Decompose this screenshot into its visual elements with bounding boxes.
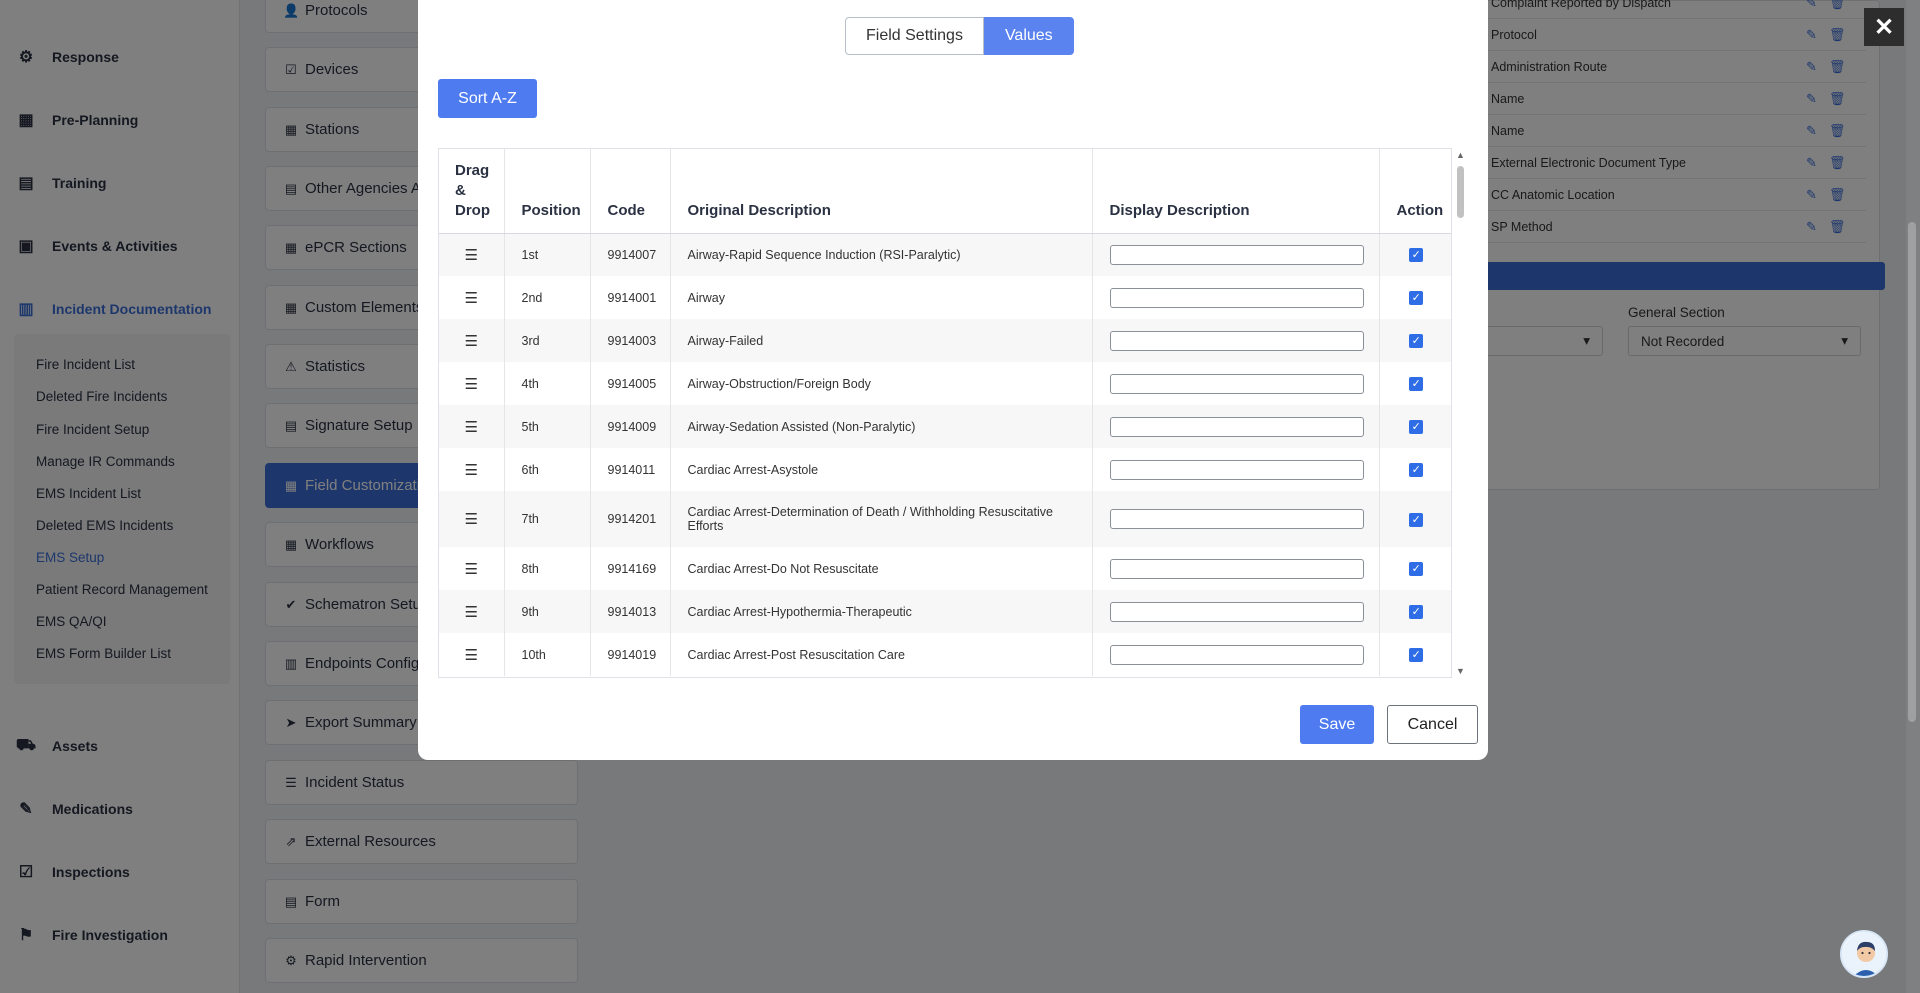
display-description-input[interactable]: [1109, 558, 1364, 579]
column-header-code: Code: [590, 149, 671, 234]
page-scrollbar-thumb[interactable]: [1908, 222, 1916, 722]
assistant-avatar[interactable]: [1840, 930, 1888, 978]
tab-field-settings[interactable]: Field Settings: [845, 17, 984, 55]
drag-handle-icon[interactable]: ☰: [465, 289, 478, 307]
position-cell: 2nd: [504, 276, 591, 319]
active-checkbox[interactable]: ✓: [1409, 562, 1424, 576]
drag-handle-icon[interactable]: ☰: [465, 418, 478, 436]
scroll-down-arrow-icon[interactable]: ▼: [1456, 666, 1465, 676]
display-description-input[interactable]: [1109, 330, 1364, 351]
position-cell: 1st: [504, 233, 591, 276]
display-description-input[interactable]: [1109, 601, 1364, 622]
code-cell: 9914003: [590, 319, 671, 362]
code-cell: 9914169: [590, 547, 671, 590]
display-description-input[interactable]: [1109, 287, 1364, 308]
tab-values[interactable]: Values: [983, 17, 1074, 55]
original-description-cell: Airway-Failed: [670, 319, 1093, 362]
position-cell: 4th: [504, 362, 591, 405]
table-row: ☰ 7th 9914201 Cardiac Arrest-Determinati…: [439, 491, 1451, 547]
table-row: ☰ 4th 9914005 Airway-Obstruction/Foreign…: [439, 362, 1451, 405]
drag-handle-icon[interactable]: ☰: [465, 560, 478, 578]
drag-handle-icon[interactable]: ☰: [465, 646, 478, 664]
position-cell: 8th: [504, 547, 591, 590]
original-description-cell: Airway-Rapid Sequence Induction (RSI-Par…: [670, 233, 1093, 276]
active-checkbox[interactable]: ✓: [1409, 248, 1424, 263]
active-checkbox[interactable]: ✓: [1409, 334, 1424, 348]
active-checkbox[interactable]: ✓: [1409, 605, 1424, 619]
column-header-position: Position: [504, 149, 591, 234]
scroll-up-arrow-icon[interactable]: ▲: [1456, 150, 1465, 160]
display-description-input[interactable]: [1109, 244, 1364, 265]
position-cell: 7th: [504, 491, 591, 547]
original-description-cell: Airway-Obstruction/Foreign Body: [670, 362, 1093, 405]
original-description-cell: Cardiac Arrest-Determination of Death / …: [670, 491, 1093, 547]
position-cell: 9th: [504, 590, 591, 633]
original-description-cell: Cardiac Arrest-Hypothermia-Therapeutic: [670, 590, 1093, 633]
position-cell: 10th: [504, 633, 591, 676]
column-header-action: Action: [1379, 149, 1451, 234]
code-cell: 9914019: [590, 633, 671, 676]
table-row: ☰ 3rd 9914003 Airway-Failed ✓: [439, 319, 1451, 362]
code-cell: 9914009: [590, 405, 671, 448]
table-row: ☰ 9th 9914013 Cardiac Arrest-Hypothermia…: [439, 590, 1451, 633]
display-description-input[interactable]: [1109, 509, 1364, 529]
display-description-input[interactable]: [1109, 416, 1364, 437]
table-scrollbar-thumb[interactable]: [1457, 166, 1464, 218]
table-row: ☰ 1st 9914007 Airway-Rapid Sequence Indu…: [439, 233, 1451, 276]
column-header-display-description: Display Description: [1092, 149, 1380, 234]
table-row: ☰ 8th 9914169 Cardiac Arrest-Do Not Resu…: [439, 547, 1451, 590]
cancel-button[interactable]: Cancel: [1387, 705, 1478, 744]
values-table: Drag & Drop Position Code Original Descr…: [439, 149, 1451, 676]
code-cell: 9914201: [590, 491, 671, 547]
active-checkbox[interactable]: ✓: [1409, 291, 1424, 305]
code-cell: 9914011: [590, 448, 671, 491]
values-modal: Field Settings Values Sort A-Z Drag & Dr…: [418, 0, 1488, 760]
drag-handle-icon[interactable]: ☰: [465, 461, 478, 479]
table-row: ☰ 6th 9914011 Cardiac Arrest-Asystole ✓: [439, 448, 1451, 491]
display-description-input[interactable]: [1109, 373, 1364, 394]
table-row: ☰ 2nd 9914001 Airway ✓: [439, 276, 1451, 319]
column-header-original-description: Original Description: [670, 149, 1093, 234]
drag-handle-icon[interactable]: ☰: [465, 246, 478, 264]
active-checkbox[interactable]: ✓: [1409, 420, 1424, 434]
drag-handle-icon[interactable]: ☰: [465, 510, 478, 528]
original-description-cell: Cardiac Arrest-Do Not Resuscitate: [670, 547, 1093, 590]
table-scrollbar[interactable]: ▲ ▼: [1454, 148, 1468, 678]
table-row: ☰ 5th 9914009 Airway-Sedation Assisted (…: [439, 405, 1451, 448]
original-description-cell: Airway-Sedation Assisted (Non-Paralytic): [670, 405, 1093, 448]
drag-handle-icon[interactable]: ☰: [465, 603, 478, 621]
code-cell: 9914001: [590, 276, 671, 319]
original-description-cell: Airway: [670, 276, 1093, 319]
modal-tabs: Field Settings Values: [845, 17, 1074, 55]
save-button[interactable]: Save: [1300, 705, 1374, 744]
table-row: ☰ 10th 9914019 Cardiac Arrest-Post Resus…: [439, 633, 1451, 676]
position-cell: 5th: [504, 405, 591, 448]
active-checkbox[interactable]: ✓: [1409, 512, 1424, 527]
original-description-cell: Cardiac Arrest-Post Resuscitation Care: [670, 633, 1093, 676]
column-header-drag-drop: Drag & Drop: [439, 149, 505, 234]
display-description-input[interactable]: [1109, 644, 1364, 665]
active-checkbox[interactable]: ✓: [1409, 377, 1424, 391]
drag-handle-icon[interactable]: ☰: [465, 332, 478, 350]
drag-handle-icon[interactable]: ☰: [465, 375, 478, 393]
position-cell: 6th: [504, 448, 591, 491]
active-checkbox[interactable]: ✓: [1409, 648, 1424, 662]
position-cell: 3rd: [504, 319, 591, 362]
close-icon[interactable]: ✕: [1864, 8, 1904, 46]
display-description-input[interactable]: [1109, 459, 1364, 480]
code-cell: 9914013: [590, 590, 671, 633]
sort-a-z-button[interactable]: Sort A-Z: [438, 79, 537, 118]
values-table-container[interactable]: Drag & Drop Position Code Original Descr…: [438, 148, 1452, 678]
code-cell: 9914007: [590, 233, 671, 276]
original-description-cell: Cardiac Arrest-Asystole: [670, 448, 1093, 491]
active-checkbox[interactable]: ✓: [1409, 463, 1424, 477]
code-cell: 9914005: [590, 362, 671, 405]
